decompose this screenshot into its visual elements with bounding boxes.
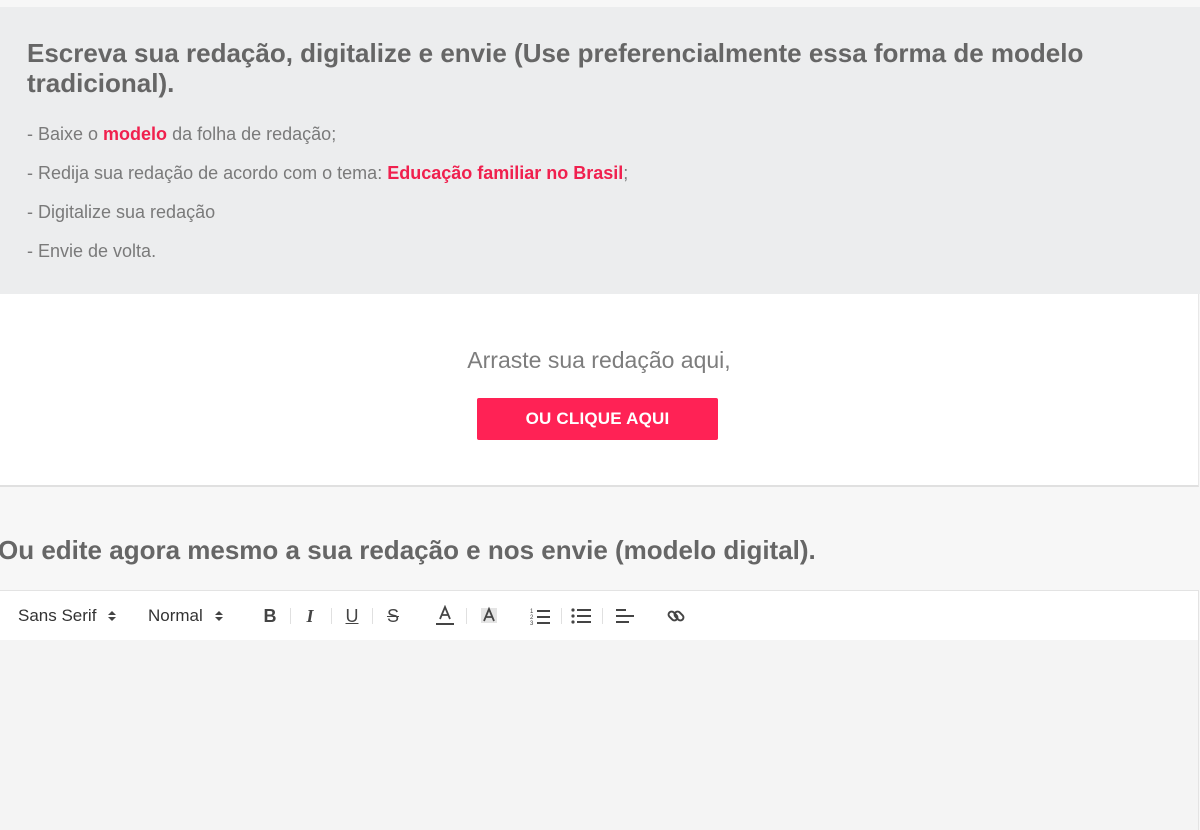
text-color-button[interactable] (431, 603, 459, 629)
instructions-title: Escreva sua redação, digitalize e envie … (27, 38, 1084, 98)
step-write-suffix: ; (623, 163, 629, 183)
essay-editor[interactable] (0, 640, 1199, 830)
italic-icon: I (306, 605, 314, 626)
step-scan: - Digitalize sua redação (27, 202, 216, 222)
step-download-prefix: - Baixe o (27, 124, 104, 144)
align-button[interactable] (611, 603, 639, 629)
bullet-list-button[interactable] (568, 603, 596, 629)
step-download: - Baixe o modelo da folha de redação; (27, 123, 336, 145)
editor-toolbar: Sans Serif Normal B I U S 1 2 3 (0, 590, 1199, 641)
top-strip (0, 0, 1200, 7)
italic-button[interactable]: I (296, 603, 324, 629)
bold-icon: B (263, 605, 277, 626)
strike-button[interactable]: S (379, 603, 407, 629)
updown-arrows-icon (214, 611, 223, 621)
toolbar-divider (602, 608, 603, 624)
background-color-button[interactable] (475, 603, 503, 629)
size-picker[interactable]: Normal (148, 605, 223, 627)
link-button[interactable] (662, 603, 690, 629)
size-picker-value: Normal (148, 606, 203, 625)
underline-icon: U (345, 605, 359, 626)
theme-link[interactable]: Educação familiar no Brasil (387, 163, 623, 183)
align-left-icon (616, 609, 634, 623)
toolbar-divider (466, 608, 467, 624)
ordered-list-button[interactable]: 1 2 3 (527, 603, 555, 629)
underline-button[interactable]: U (338, 603, 366, 629)
toolbar-divider (290, 608, 291, 624)
step-write: - Redija sua redação de acordo com o tem… (27, 162, 628, 184)
upload-dropzone[interactable]: Arraste sua redação aqui, OU CLIQUE AQUI (0, 294, 1199, 487)
strike-icon: S (386, 605, 399, 626)
background-color-icon (481, 606, 497, 623)
ordered-list-icon: 1 2 3 (530, 609, 550, 626)
step-download-suffix: da folha de redação; (167, 124, 337, 144)
text-color-icon (436, 605, 454, 625)
step-write-prefix: - Redija sua redação de acordo com o tem… (27, 163, 388, 183)
upload-button[interactable]: OU CLIQUE AQUI (477, 398, 718, 440)
font-picker[interactable]: Sans Serif (18, 605, 117, 627)
svg-text:3: 3 (530, 621, 534, 626)
updown-arrows-icon (108, 611, 117, 621)
bold-button[interactable]: B (256, 603, 284, 629)
model-link[interactable]: modelo (103, 124, 167, 144)
digital-section-title: Ou edite agora mesmo a sua redação e nos… (0, 535, 816, 565)
toolbar-divider (331, 608, 332, 624)
toolbar-divider (372, 608, 373, 624)
link-icon (667, 610, 685, 622)
drop-text: Arraste sua redação aqui, (467, 347, 731, 373)
toolbar-divider (561, 608, 562, 624)
bullet-list-icon (571, 608, 591, 624)
instructions-panel: Escreva sua redação, digitalize e envie … (0, 7, 1200, 294)
font-picker-value: Sans Serif (18, 606, 97, 625)
step-send: - Envie de volta. (27, 241, 157, 261)
